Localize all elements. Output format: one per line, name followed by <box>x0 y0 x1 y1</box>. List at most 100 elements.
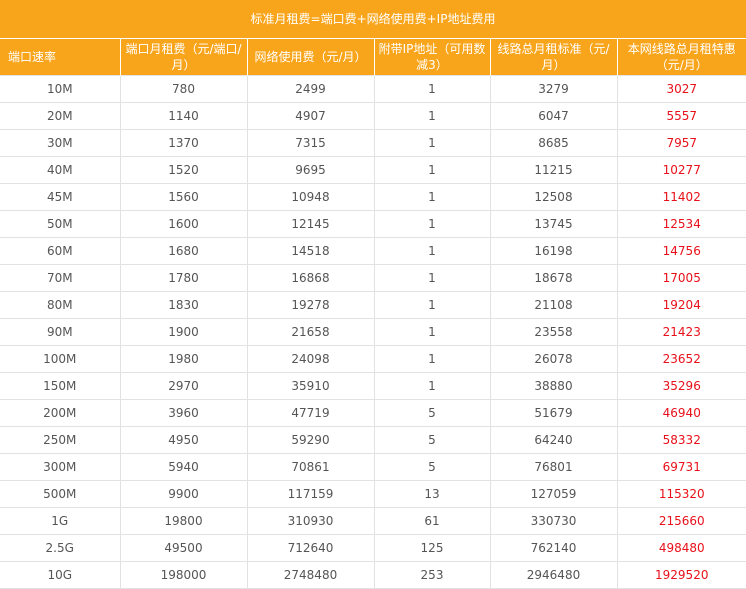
table-title: 标准月租费=端口费+网络使用费+IP地址费用 <box>0 0 746 39</box>
table-row: 150M 2970 35910 1 38880 35296 <box>0 372 746 400</box>
cell-network-fee: 2499 <box>246 75 374 103</box>
cell-port-fee: 1900 <box>119 318 247 346</box>
cell-speed: 40M <box>0 156 120 184</box>
cell-special: 14756 <box>616 237 746 265</box>
cell-speed: 80M <box>0 291 120 319</box>
cell-port-fee: 1780 <box>119 264 247 292</box>
cell-ip: 1 <box>373 210 490 238</box>
cell-ip: 1 <box>373 291 490 319</box>
table-row: 30M 1370 7315 1 8685 7957 <box>0 129 746 157</box>
pricing-table: 端口速率 端口月租费（元/端口/月） 网络使用费（元/月） 附带IP地址（可用数… <box>0 39 746 589</box>
cell-network-fee: 10948 <box>246 183 374 211</box>
cell-ip: 1 <box>373 372 490 400</box>
cell-speed: 100M <box>0 345 120 373</box>
cell-speed: 500M <box>0 480 120 508</box>
cell-ip: 1 <box>373 75 490 103</box>
cell-network-fee: 712640 <box>246 534 374 562</box>
cell-standard: 762140 <box>489 534 617 562</box>
cell-special: 115320 <box>616 480 746 508</box>
table-row: 250M 4950 59290 5 64240 58332 <box>0 426 746 454</box>
cell-port-fee: 3960 <box>119 399 247 427</box>
table-body: 10M 780 2499 1 3279 3027 20M 1140 4907 1 6047 5557 3… <box>0 75 746 589</box>
cell-special: 58332 <box>616 426 746 454</box>
cell-ip: 61 <box>373 507 490 535</box>
cell-special: 5557 <box>616 102 746 130</box>
cell-special: 19204 <box>616 291 746 319</box>
cell-ip: 5 <box>373 426 490 454</box>
cell-network-fee: 117159 <box>246 480 374 508</box>
cell-port-fee: 1140 <box>119 102 247 130</box>
cell-network-fee: 59290 <box>246 426 374 454</box>
cell-special: 3027 <box>616 75 746 103</box>
table-row: 1G 19800 310930 61 330730 215660 <box>0 507 746 535</box>
cell-network-fee: 21658 <box>246 318 374 346</box>
table-row: 200M 3960 47719 5 51679 46940 <box>0 399 746 427</box>
cell-standard: 64240 <box>489 426 617 454</box>
cell-special: 215660 <box>616 507 746 535</box>
cell-port-fee: 49500 <box>119 534 247 562</box>
cell-port-fee: 1370 <box>119 129 247 157</box>
cell-special: 35296 <box>616 372 746 400</box>
header-special: 本网线路总月租特惠（元/月） <box>616 39 746 76</box>
table-row: 50M 1600 12145 1 13745 12534 <box>0 210 746 238</box>
cell-standard: 51679 <box>489 399 617 427</box>
cell-speed: 70M <box>0 264 120 292</box>
cell-port-fee: 1520 <box>119 156 247 184</box>
cell-ip: 125 <box>373 534 490 562</box>
cell-special: 17005 <box>616 264 746 292</box>
cell-speed: 300M <box>0 453 120 481</box>
cell-standard: 13745 <box>489 210 617 238</box>
cell-speed: 45M <box>0 183 120 211</box>
cell-port-fee: 198000 <box>119 561 247 589</box>
cell-port-fee: 4950 <box>119 426 247 454</box>
cell-special: 12534 <box>616 210 746 238</box>
cell-network-fee: 19278 <box>246 291 374 319</box>
cell-network-fee: 2748480 <box>246 561 374 589</box>
cell-speed: 250M <box>0 426 120 454</box>
cell-speed: 1G <box>0 507 120 535</box>
table-row: 100M 1980 24098 1 26078 23652 <box>0 345 746 373</box>
cell-ip: 1 <box>373 264 490 292</box>
cell-special: 1929520 <box>616 561 746 589</box>
cell-ip: 1 <box>373 183 490 211</box>
table-row: 80M 1830 19278 1 21108 19204 <box>0 291 746 319</box>
header-network-fee: 网络使用费（元/月） <box>246 39 374 76</box>
cell-standard: 26078 <box>489 345 617 373</box>
header-ip: 附带IP地址（可用数减3） <box>373 39 490 76</box>
cell-speed: 2.5G <box>0 534 120 562</box>
cell-port-fee: 780 <box>119 75 247 103</box>
cell-standard: 127059 <box>489 480 617 508</box>
cell-special: 21423 <box>616 318 746 346</box>
cell-special: 11402 <box>616 183 746 211</box>
table-header: 端口速率 端口月租费（元/端口/月） 网络使用费（元/月） 附带IP地址（可用数… <box>0 39 746 76</box>
cell-port-fee: 1680 <box>119 237 247 265</box>
cell-special: 498480 <box>616 534 746 562</box>
cell-ip: 1 <box>373 129 490 157</box>
cell-standard: 12508 <box>489 183 617 211</box>
cell-speed: 200M <box>0 399 120 427</box>
table-row: 70M 1780 16868 1 18678 17005 <box>0 264 746 292</box>
cell-special: 10277 <box>616 156 746 184</box>
cell-ip: 1 <box>373 318 490 346</box>
cell-standard: 330730 <box>489 507 617 535</box>
cell-speed: 60M <box>0 237 120 265</box>
cell-network-fee: 14518 <box>246 237 374 265</box>
cell-network-fee: 9695 <box>246 156 374 184</box>
cell-standard: 2946480 <box>489 561 617 589</box>
cell-network-fee: 310930 <box>246 507 374 535</box>
cell-standard: 38880 <box>489 372 617 400</box>
cell-standard: 3279 <box>489 75 617 103</box>
cell-special: 46940 <box>616 399 746 427</box>
cell-port-fee: 1560 <box>119 183 247 211</box>
cell-network-fee: 7315 <box>246 129 374 157</box>
table-row: 40M 1520 9695 1 11215 10277 <box>0 156 746 184</box>
cell-port-fee: 1980 <box>119 345 247 373</box>
cell-standard: 18678 <box>489 264 617 292</box>
cell-port-fee: 1600 <box>119 210 247 238</box>
cell-speed: 10G <box>0 561 120 589</box>
table-row: 300M 5940 70861 5 76801 69731 <box>0 453 746 481</box>
cell-network-fee: 24098 <box>246 345 374 373</box>
header-standard: 线路总月租标准（元/月） <box>489 39 617 76</box>
cell-standard: 6047 <box>489 102 617 130</box>
cell-speed: 20M <box>0 102 120 130</box>
